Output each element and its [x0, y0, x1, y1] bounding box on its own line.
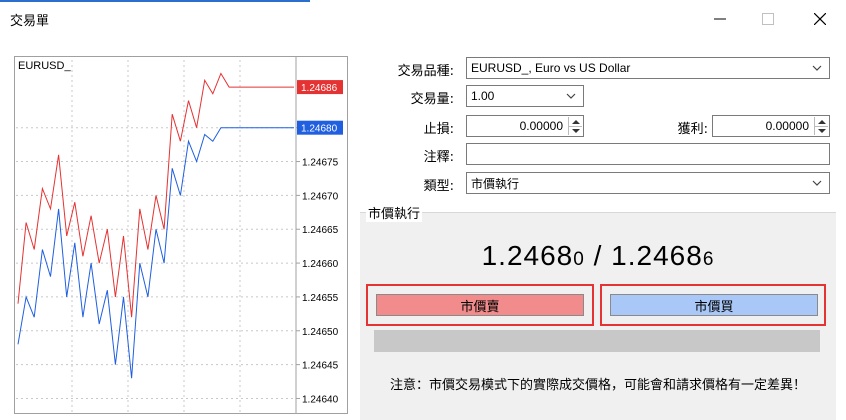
take-profit-spinner[interactable] — [814, 117, 828, 135]
type-value: 市價執行 — [471, 176, 520, 191]
stop-loss-label: 止損: — [423, 122, 454, 137]
price-tick-label: 1.24655 — [302, 293, 339, 304]
spin-down-icon[interactable] — [569, 126, 582, 135]
price-tick-label: 1.24645 — [302, 361, 339, 372]
symbol-select[interactable]: EURUSD_, Euro vs US Dollar — [466, 57, 830, 79]
symbol-value: EURUSD_, Euro vs US Dollar — [471, 61, 631, 75]
price-tick-label: 1.24640 — [302, 394, 339, 405]
type-label: 類型: — [423, 179, 454, 194]
buy-button[interactable]: 市價買 — [610, 294, 818, 316]
stop-loss-spinner[interactable] — [568, 117, 582, 135]
quote-separator: / — [584, 240, 612, 271]
quote-display: 1.24680 / 1.24686 — [360, 240, 836, 272]
execution-note: 注意：市價交易模式下的實際成交價格，可能會和請求價格有一定差異！ — [389, 378, 806, 393]
comment-label: 注釋: — [423, 150, 454, 165]
spin-up-icon[interactable] — [569, 117, 582, 126]
stop-loss-value: 0.00000 — [519, 119, 563, 133]
bid-price: 1.24680 — [481, 240, 585, 271]
volume-combobox[interactable]: 1.00 — [466, 85, 584, 107]
volume-value: 1.00 — [471, 89, 495, 103]
bid-price-tag: 1.24680 — [297, 120, 343, 135]
chevron-down-icon — [812, 180, 822, 186]
take-profit-input[interactable]: 0.00000 — [712, 115, 830, 137]
price-tick-label: 1.24650 — [302, 327, 339, 338]
spin-up-icon[interactable] — [815, 117, 828, 126]
spin-down-icon[interactable] — [815, 126, 828, 135]
sell-button[interactable]: 市價賣 — [376, 294, 584, 316]
symbol-label: 交易品種: — [397, 64, 454, 79]
take-profit-label: 獲利: — [677, 122, 708, 137]
stop-loss-input[interactable]: 0.00000 — [466, 115, 584, 137]
ask-price: 1.24686 — [611, 240, 715, 271]
price-tick-label: 1.24675 — [302, 158, 339, 169]
price-tick-label: 1.24660 — [302, 259, 339, 270]
chart-symbol-label: EURUSD_ — [18, 60, 71, 72]
volume-label: 交易量: — [410, 92, 454, 107]
svg-text:1.24686: 1.24686 — [301, 83, 338, 94]
price-tick-label: 1.24665 — [302, 225, 339, 236]
chevron-down-icon — [812, 65, 822, 71]
type-select[interactable]: 市價執行 — [466, 172, 830, 194]
chevron-down-icon — [566, 93, 576, 99]
price-tick-label: 1.24670 — [302, 191, 339, 202]
market-execution-title: 市價執行 — [366, 203, 423, 222]
progress-bar — [374, 330, 820, 352]
svg-text:1.24680: 1.24680 — [301, 124, 338, 135]
take-profit-value: 0.00000 — [765, 119, 809, 133]
comment-input[interactable] — [466, 143, 830, 165]
ask-price-tag: 1.24686 — [297, 80, 343, 95]
